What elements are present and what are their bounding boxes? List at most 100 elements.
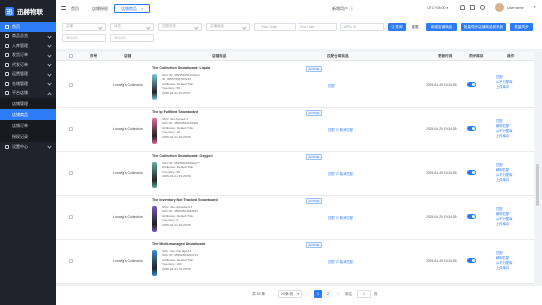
username[interactable]: Username bbox=[507, 6, 524, 10]
match-link[interactable]: 匹配 ⊘ 取消匹配 bbox=[328, 127, 353, 132]
chevron-down-icon bbox=[47, 62, 52, 67]
col-index: 序号 bbox=[90, 54, 98, 58]
end-date-input[interactable]: End Date bbox=[297, 23, 337, 31]
product-name: The Multi-managed Snowboard bbox=[152, 242, 206, 246]
product-date: 2025-01-21 15:29:55 bbox=[162, 222, 191, 227]
product-image bbox=[152, 74, 157, 100]
sync-to-system-button[interactable]: 批量同步店铺商品到系统 bbox=[461, 23, 506, 31]
sidebar-subitem-shop-products[interactable]: 店铺商品 bbox=[0, 109, 56, 120]
match-link[interactable]: 匹配 ⊘ 取消匹配 bbox=[328, 215, 353, 220]
page-2-button[interactable]: 2 bbox=[324, 290, 332, 298]
sync-inventory-toggle[interactable] bbox=[467, 82, 476, 87]
select-all-checkbox[interactable] bbox=[69, 54, 73, 58]
update-time: 2025-04-29 19:34:55 bbox=[426, 83, 457, 87]
chevron-down-icon: ▾ bbox=[534, 5, 536, 9]
store-name: Loowig's Collection bbox=[113, 171, 143, 175]
row-actions: 匹配 解绑匹配 从不分配库 上传库存 bbox=[496, 119, 532, 139]
table-row: Loowig's Collection The Multi-managed Sno… bbox=[56, 240, 534, 284]
sync-inventory-toggle[interactable] bbox=[467, 170, 476, 175]
sidebar-item-products[interactable]: 商品总览 bbox=[0, 32, 56, 42]
sidebar-subitem-auth-records[interactable]: 授权记录 bbox=[0, 131, 56, 142]
col-store: 店铺 bbox=[124, 54, 132, 58]
chevron-down-icon bbox=[146, 25, 151, 30]
mpn-id-input[interactable]: MPN ID bbox=[340, 23, 384, 31]
match-link[interactable]: 匹配 bbox=[328, 83, 335, 88]
sidebar-item-dropship[interactable]: 代发订单 bbox=[0, 60, 56, 70]
product-image bbox=[152, 206, 157, 232]
product-date: 2025-01-21 15:29:57 bbox=[162, 90, 191, 95]
match-status-select[interactable]: 匹配状态 bbox=[158, 23, 202, 31]
product-name: The Collection Snowboard: Oxygen bbox=[152, 154, 213, 158]
tab-shop-products[interactable]: 店铺商品 × bbox=[114, 4, 151, 13]
row-checkbox[interactable] bbox=[69, 127, 73, 131]
prev-page-button[interactable]: ‹ bbox=[305, 290, 313, 298]
reset-button[interactable]: 重置 bbox=[409, 23, 421, 31]
sync-inventory-toggle[interactable] bbox=[467, 214, 476, 219]
grid-icon bbox=[5, 34, 9, 39]
match-link[interactable]: 匹配 ⊘ 取消匹配 bbox=[328, 259, 353, 264]
close-icon[interactable]: × bbox=[141, 7, 143, 11]
next-page-button[interactable]: › bbox=[334, 290, 342, 298]
sidebar-item-warehouse[interactable]: 仓储管理 bbox=[0, 79, 56, 89]
row-actions: 匹配 解绑匹配 从不分配库 上传库存 bbox=[496, 251, 532, 271]
home-icon bbox=[5, 24, 9, 29]
row-action-link[interactable]: 上传库存 bbox=[496, 222, 532, 227]
sidebar-subitem-shop-orders[interactable]: 店铺订单 bbox=[0, 120, 56, 131]
sidebar-item-shipping[interactable]: 发货订单 bbox=[0, 51, 56, 61]
sidebar-item-freight[interactable]: 运费管理 bbox=[0, 70, 56, 80]
start-date-input[interactable]: ▫ Start Date bbox=[254, 23, 296, 31]
row-checkbox[interactable] bbox=[69, 215, 73, 219]
fullscreen-icon[interactable] bbox=[470, 5, 475, 10]
new-shop-product-button[interactable]: 新增店铺商品 bbox=[426, 23, 457, 31]
sidebar-item-inbound[interactable]: 入库管理 bbox=[0, 41, 56, 51]
row-action-link[interactable]: 上传库存 bbox=[496, 85, 532, 90]
product-meta: SKU ID: 459552604461177 Attributes: Defau… bbox=[162, 161, 200, 179]
update-time: 2025-04-29 19:34:55 bbox=[426, 215, 457, 219]
goto-page-input[interactable]: 1 bbox=[357, 290, 371, 298]
sync-inventory-toggle[interactable] bbox=[467, 258, 476, 263]
sidebar-item-platform-shop[interactable]: 平台店铺 bbox=[0, 89, 56, 99]
sku-id-input[interactable]: SKU ID bbox=[62, 34, 106, 42]
tab-shop-auth[interactable]: 店铺授权 bbox=[86, 4, 114, 13]
avatar[interactable] bbox=[495, 3, 504, 12]
product-image bbox=[152, 162, 157, 188]
logo[interactable]: 迅 迅赫物联 bbox=[0, 0, 56, 22]
table-header: 序号 店铺 店铺商品 匹配仓库商品 更新时间 同步库存 操作 bbox=[56, 52, 534, 61]
inbox-icon bbox=[5, 43, 9, 48]
chevron-down-icon bbox=[98, 25, 103, 30]
timezone[interactable]: UTC+08:00 ▾ bbox=[427, 6, 448, 10]
row-checkbox[interactable] bbox=[69, 171, 73, 175]
row-action-link[interactable]: 上传库存 bbox=[496, 178, 532, 183]
pagination: 共 33 条 20条/页 ▾ ‹ 1 2 › 前往 1 页 bbox=[56, 286, 542, 305]
row-action-link[interactable]: 上传库存 bbox=[496, 266, 532, 271]
update-time: 2025-04-29 19:34:55 bbox=[426, 171, 457, 175]
match-link[interactable]: 匹配 ⊘ 取消匹配 bbox=[328, 171, 353, 176]
row-actions: 匹配 从不分配库 上传库存 bbox=[496, 75, 532, 90]
scrollbar-thumb[interactable] bbox=[535, 164, 539, 206]
sku-id-input-2[interactable]: SKU ID bbox=[110, 34, 154, 42]
batch-sync-button[interactable]: 批量同步 bbox=[510, 23, 533, 31]
row-action-link[interactable]: 上传库存 bbox=[496, 134, 532, 139]
products-table: 序号 店铺 店铺商品 匹配仓库商品 更新时间 同步库存 操作 Loowig's … bbox=[56, 52, 534, 284]
chevron-down-icon: ▾ bbox=[446, 5, 449, 10]
product-date: 2025-01-21 15:29:56 bbox=[162, 174, 191, 179]
scrollbar[interactable] bbox=[534, 52, 540, 284]
search-button[interactable]: Q 查询 bbox=[388, 23, 406, 31]
bell-icon[interactable] bbox=[460, 5, 465, 10]
row-checkbox[interactable] bbox=[69, 83, 73, 87]
page-1-button[interactable]: 1 bbox=[314, 290, 322, 298]
sidebar-item-settings[interactable]: 设置中心 bbox=[0, 142, 56, 152]
row-checkbox[interactable] bbox=[69, 259, 73, 263]
chevron-down-icon bbox=[47, 81, 52, 86]
shop-product-select[interactable]: 店铺商品 bbox=[206, 23, 250, 31]
tab-home[interactable]: 首页 bbox=[65, 4, 85, 13]
status-select[interactable]: 状态 bbox=[110, 23, 154, 31]
sidebar-item-home[interactable]: 首页 bbox=[0, 22, 56, 32]
sync-inventory-toggle[interactable] bbox=[467, 126, 476, 131]
status-badge: ACTIVE bbox=[306, 242, 322, 248]
calendar-icon: ▫ bbox=[258, 24, 260, 29]
page-size-select[interactable]: 20条/页 ▾ bbox=[278, 290, 302, 298]
sidebar-subitem-shop-manage[interactable]: 店铺管理 bbox=[0, 98, 56, 109]
store-select[interactable]: 店铺 bbox=[62, 23, 106, 31]
theme-icon[interactable] bbox=[480, 5, 485, 10]
